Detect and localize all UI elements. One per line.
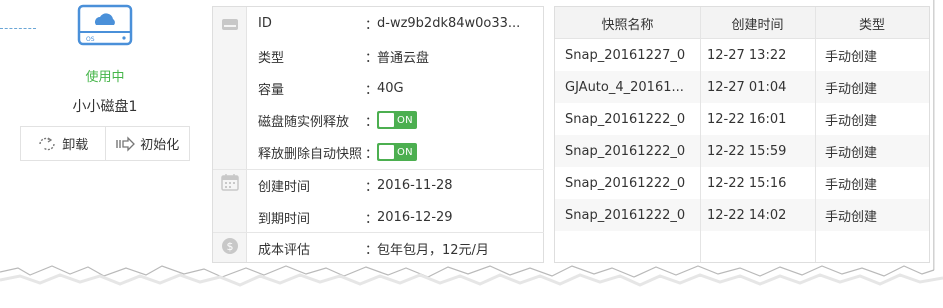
info-key: 释放删除自动快照	[258, 146, 363, 162]
info-row-expires: 到期时间 ： 2016-12-29	[247, 201, 544, 233]
snapshot-name: Snap_20161222_0	[565, 111, 686, 127]
info-row-cost: 成本评估 ： 包年包月，12元/月	[247, 232, 544, 264]
cloud-disk-icon: OS	[77, 4, 133, 46]
table-row[interactable]: Snap_20161222_0 12-22 15:59 手动创建	[555, 135, 929, 167]
toggle-knob	[379, 113, 394, 127]
cost-icon-symbol: $	[227, 240, 234, 253]
snapshot-time: 12-27 13:22	[707, 47, 787, 63]
table-row[interactable]: GJAuto_4_20161... 12-27 01:04 手动创建	[555, 71, 929, 103]
info-value: 2016-11-28	[377, 177, 453, 193]
info-row-id: ID ： d-wz9b2dk84w0o33...	[247, 7, 544, 39]
info-key: 到期时间	[258, 211, 311, 227]
info-colon: ：	[365, 82, 379, 98]
snapshot-type: 手动创建	[825, 145, 878, 161]
table-row[interactable]: Snap_20161222_0 12-22 15:16 手动创建	[555, 167, 929, 199]
disk-status: 使用中	[85, 70, 125, 85]
info-key: ID	[258, 15, 272, 31]
table-row[interactable]: Snap_20161227_0 12-27 13:22 手动创建	[555, 39, 929, 71]
snapshot-type: 手动创建	[825, 49, 878, 65]
info-icon-gutter	[213, 7, 247, 262]
snapshot-type: 手动创建	[825, 177, 878, 193]
info-value: 普通云盘	[377, 50, 430, 66]
disk-icon-label: OS	[86, 36, 95, 43]
snapshot-time: 12-22 15:59	[707, 143, 787, 159]
info-row-delete-auto-snapshot: 释放删除自动快照 ： ON	[247, 136, 544, 168]
cost-icon: $	[222, 238, 238, 254]
snapshot-time: 12-22 16:01	[707, 111, 787, 127]
snapshot-time: 12-22 14:02	[707, 207, 787, 223]
toggle-label: ON	[397, 146, 413, 158]
info-colon: ：	[365, 211, 379, 227]
info-key: 磁盘随实例释放	[258, 114, 350, 130]
info-key: 类型	[258, 50, 285, 66]
info-key: 创建时间	[258, 179, 311, 195]
info-colon: ：	[365, 146, 379, 162]
unmount-icon	[39, 136, 55, 150]
header-created-time[interactable]: 创建时间	[700, 7, 815, 39]
snapshot-type: 手动创建	[825, 81, 878, 97]
snapshot-type: 手动创建	[825, 209, 878, 225]
table-row[interactable]: Snap_20161222_0 12-22 14:02 手动创建	[555, 199, 929, 231]
snapshot-time: 12-27 01:04	[707, 79, 787, 95]
header-type[interactable]: 类型	[815, 7, 929, 39]
initialize-button[interactable]: 初始化	[104, 127, 190, 160]
toggle-label: ON	[397, 114, 413, 126]
info-colon: ：	[365, 242, 379, 258]
table-row[interactable]: Snap_20161222_0 12-22 16:01 手动创建	[555, 103, 929, 135]
initialize-label: 初始化	[140, 138, 180, 153]
column-divider	[815, 7, 816, 262]
disk-summary: OS 使用中 小小磁盘1 卸载 初始化	[0, 0, 205, 262]
snapshot-type: 手动创建	[825, 113, 878, 129]
disk-info-table: $ ID ： d-wz9b2dk84w0o33... 类型 ： 普通云盘 容量 …	[212, 6, 544, 263]
snapshot-name: Snap_20161222_0	[565, 207, 686, 223]
unmount-button[interactable]: 卸载	[21, 127, 105, 160]
initialize-icon	[116, 135, 136, 152]
info-value: 包年包月，12元/月	[377, 242, 489, 258]
info-key: 容量	[258, 82, 285, 98]
connector-line	[0, 28, 36, 29]
info-row-capacity: 容量 ： 40G	[247, 72, 544, 104]
calendar-icon	[221, 174, 239, 191]
disk-name: 小小磁盘1	[72, 99, 138, 115]
column-divider	[700, 7, 701, 262]
delete-auto-snapshot-toggle[interactable]: ON	[377, 143, 417, 161]
toggle-knob	[379, 145, 394, 159]
info-key: 成本评估	[258, 242, 311, 258]
info-colon: ：	[365, 114, 379, 130]
snapshot-name: Snap_20161227_0	[565, 47, 686, 63]
disk-actions: 卸载 初始化	[20, 126, 190, 161]
info-row-release-with-instance: 磁盘随实例释放 ： ON	[247, 104, 544, 136]
snapshot-name: Snap_20161222_0	[565, 175, 686, 191]
header-snapshot-name[interactable]: 快照名称	[555, 7, 700, 39]
disk-drive-icon	[222, 19, 238, 30]
info-value: d-wz9b2dk84w0o33...	[377, 15, 521, 31]
info-colon: ：	[365, 179, 379, 195]
info-colon: ：	[365, 17, 379, 33]
release-with-instance-toggle[interactable]: ON	[377, 111, 417, 129]
info-row-type: 类型 ： 普通云盘	[247, 40, 544, 72]
snapshot-table: 快照名称 创建时间 类型 Snap_20161227_0 12-27 13:22…	[554, 6, 930, 263]
snapshot-time: 12-22 15:16	[707, 175, 787, 191]
info-colon: ：	[365, 50, 379, 66]
snapshot-name: Snap_20161222_0	[565, 143, 686, 159]
info-row-created: 创建时间 ： 2016-11-28	[247, 169, 544, 201]
info-value: 40G	[377, 80, 404, 96]
info-value: 2016-12-29	[377, 209, 453, 225]
unmount-label: 卸载	[62, 138, 89, 153]
snapshot-table-header: 快照名称 创建时间 类型	[555, 7, 929, 39]
snapshot-name: GJAuto_4_20161...	[565, 79, 684, 95]
